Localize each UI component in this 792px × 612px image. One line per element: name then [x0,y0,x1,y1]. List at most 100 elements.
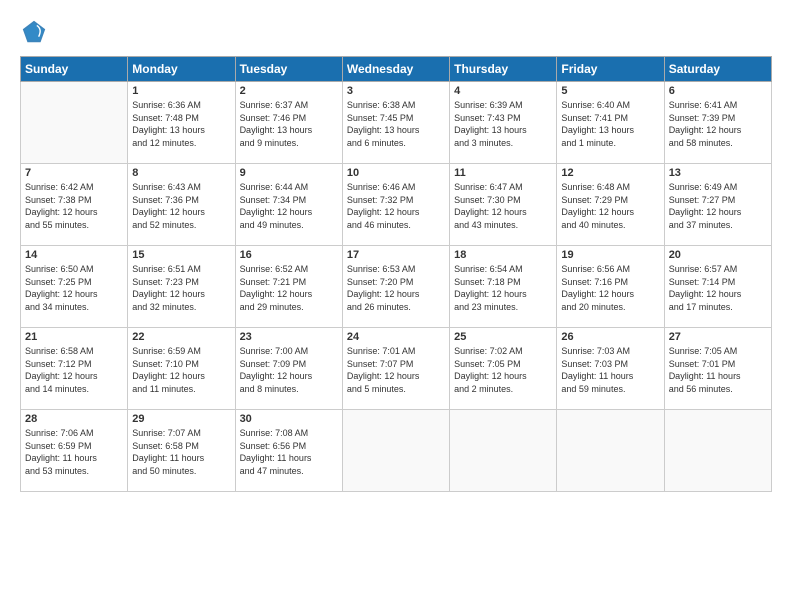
col-header-tuesday: Tuesday [235,57,342,82]
day-info: Sunrise: 6:46 AM Sunset: 7:32 PM Dayligh… [347,181,445,231]
day-number: 26 [561,331,659,343]
day-number: 27 [669,331,767,343]
day-number: 7 [25,167,123,179]
day-number: 3 [347,85,445,97]
day-info: Sunrise: 7:00 AM Sunset: 7:09 PM Dayligh… [240,345,338,395]
logo-icon [20,18,48,46]
calendar-cell: 29 Sunrise: 7:07 AM Sunset: 6:58 PM Dayli… [128,410,235,492]
day-number: 20 [669,249,767,261]
day-info: Sunrise: 6:57 AM Sunset: 7:14 PM Dayligh… [669,263,767,313]
day-info: Sunrise: 6:37 AM Sunset: 7:46 PM Dayligh… [240,99,338,149]
day-number: 19 [561,249,659,261]
day-info: Sunrise: 6:51 AM Sunset: 7:23 PM Dayligh… [132,263,230,313]
day-number: 2 [240,85,338,97]
day-info: Sunrise: 7:02 AM Sunset: 7:05 PM Dayligh… [454,345,552,395]
day-number: 23 [240,331,338,343]
calendar-cell: 21 Sunrise: 6:58 AM Sunset: 7:12 PM Dayli… [21,328,128,410]
calendar-cell: 19Sunrise: 6:56 AM Sunset: 7:16 PM Dayli… [557,246,664,328]
calendar-cell: 14 Sunrise: 6:50 AM Sunset: 7:25 PM Dayli… [21,246,128,328]
calendar-week-2: 7 Sunrise: 6:42 AM Sunset: 7:38 PM Daylig… [21,164,772,246]
calendar-header-row: SundayMondayTuesdayWednesdayThursdayFrid… [21,57,772,82]
calendar-cell [342,410,449,492]
day-number: 14 [25,249,123,261]
day-number: 12 [561,167,659,179]
calendar-cell: 2 Sunrise: 6:37 AM Sunset: 7:46 PM Daylig… [235,82,342,164]
calendar-cell: 12Sunrise: 6:48 AM Sunset: 7:29 PM Dayli… [557,164,664,246]
calendar-cell [21,82,128,164]
day-info: Sunrise: 6:36 AM Sunset: 7:48 PM Dayligh… [132,99,230,149]
day-number: 11 [454,167,552,179]
day-number: 25 [454,331,552,343]
calendar-week-5: 28 Sunrise: 7:06 AM Sunset: 6:59 PM Dayli… [21,410,772,492]
day-number: 16 [240,249,338,261]
day-info: Sunrise: 7:07 AM Sunset: 6:58 PM Dayligh… [132,427,230,477]
page: SundayMondayTuesdayWednesdayThursdayFrid… [0,0,792,612]
calendar-cell: 24 Sunrise: 7:01 AM Sunset: 7:07 PM Dayli… [342,328,449,410]
calendar-cell: 22 Sunrise: 6:59 AM Sunset: 7:10 PM Dayli… [128,328,235,410]
day-info: Sunrise: 6:58 AM Sunset: 7:12 PM Dayligh… [25,345,123,395]
day-number: 13 [669,167,767,179]
day-info: Sunrise: 6:43 AM Sunset: 7:36 PM Dayligh… [132,181,230,231]
calendar-cell: 7 Sunrise: 6:42 AM Sunset: 7:38 PM Daylig… [21,164,128,246]
col-header-monday: Monday [128,57,235,82]
day-number: 22 [132,331,230,343]
col-header-wednesday: Wednesday [342,57,449,82]
day-number: 18 [454,249,552,261]
calendar-cell: 20 Sunrise: 6:57 AM Sunset: 7:14 PM Dayli… [664,246,771,328]
calendar-cell [557,410,664,492]
col-header-thursday: Thursday [450,57,557,82]
day-number: 24 [347,331,445,343]
day-info: Sunrise: 6:39 AM Sunset: 7:43 PM Dayligh… [454,99,552,149]
calendar-cell: 10 Sunrise: 6:46 AM Sunset: 7:32 PM Dayli… [342,164,449,246]
day-number: 15 [132,249,230,261]
calendar-table: SundayMondayTuesdayWednesdayThursdayFrid… [20,56,772,492]
day-info: Sunrise: 7:01 AM Sunset: 7:07 PM Dayligh… [347,345,445,395]
day-info: Sunrise: 6:53 AM Sunset: 7:20 PM Dayligh… [347,263,445,313]
day-number: 17 [347,249,445,261]
calendar-cell: 27 Sunrise: 7:05 AM Sunset: 7:01 PM Dayli… [664,328,771,410]
day-info: Sunrise: 6:42 AM Sunset: 7:38 PM Dayligh… [25,181,123,231]
calendar-cell: 16 Sunrise: 6:52 AM Sunset: 7:21 PM Dayli… [235,246,342,328]
calendar-cell: 9 Sunrise: 6:44 AM Sunset: 7:34 PM Daylig… [235,164,342,246]
day-info: Sunrise: 6:49 AM Sunset: 7:27 PM Dayligh… [669,181,767,231]
col-header-friday: Friday [557,57,664,82]
calendar-week-1: 1 Sunrise: 6:36 AM Sunset: 7:48 PM Daylig… [21,82,772,164]
calendar-week-4: 21 Sunrise: 6:58 AM Sunset: 7:12 PM Dayli… [21,328,772,410]
day-number: 10 [347,167,445,179]
calendar-cell: 30Sunrise: 7:08 AM Sunset: 6:56 PM Dayli… [235,410,342,492]
day-number: 21 [25,331,123,343]
day-info: Sunrise: 6:38 AM Sunset: 7:45 PM Dayligh… [347,99,445,149]
calendar-cell [450,410,557,492]
day-info: Sunrise: 7:03 AM Sunset: 7:03 PM Dayligh… [561,345,659,395]
calendar-week-3: 14 Sunrise: 6:50 AM Sunset: 7:25 PM Dayli… [21,246,772,328]
day-number: 9 [240,167,338,179]
calendar-cell: 28 Sunrise: 7:06 AM Sunset: 6:59 PM Dayli… [21,410,128,492]
calendar-cell: 25 Sunrise: 7:02 AM Sunset: 7:05 PM Dayli… [450,328,557,410]
calendar-cell: 5Sunrise: 6:40 AM Sunset: 7:41 PM Daylig… [557,82,664,164]
day-info: Sunrise: 6:59 AM Sunset: 7:10 PM Dayligh… [132,345,230,395]
day-info: Sunrise: 6:47 AM Sunset: 7:30 PM Dayligh… [454,181,552,231]
day-info: Sunrise: 6:52 AM Sunset: 7:21 PM Dayligh… [240,263,338,313]
day-number: 29 [132,413,230,425]
day-number: 28 [25,413,123,425]
calendar-cell: 23 Sunrise: 7:00 AM Sunset: 7:09 PM Dayli… [235,328,342,410]
calendar-cell: 6Sunrise: 6:41 AM Sunset: 7:39 PM Daylig… [664,82,771,164]
calendar-cell [664,410,771,492]
calendar-cell: 13 Sunrise: 6:49 AM Sunset: 7:27 PM Dayli… [664,164,771,246]
col-header-saturday: Saturday [664,57,771,82]
day-info: Sunrise: 7:06 AM Sunset: 6:59 PM Dayligh… [25,427,123,477]
day-number: 4 [454,85,552,97]
calendar-cell: 15 Sunrise: 6:51 AM Sunset: 7:23 PM Dayli… [128,246,235,328]
day-info: Sunrise: 7:05 AM Sunset: 7:01 PM Dayligh… [669,345,767,395]
col-header-sunday: Sunday [21,57,128,82]
day-number: 6 [669,85,767,97]
header [20,18,772,46]
calendar-cell: 26 Sunrise: 7:03 AM Sunset: 7:03 PM Dayli… [557,328,664,410]
day-info: Sunrise: 6:50 AM Sunset: 7:25 PM Dayligh… [25,263,123,313]
day-number: 8 [132,167,230,179]
day-number: 1 [132,85,230,97]
calendar-cell: 8 Sunrise: 6:43 AM Sunset: 7:36 PM Daylig… [128,164,235,246]
day-info: Sunrise: 6:40 AM Sunset: 7:41 PM Dayligh… [561,99,659,149]
calendar-cell: 18Sunrise: 6:54 AM Sunset: 7:18 PM Dayli… [450,246,557,328]
day-info: Sunrise: 6:44 AM Sunset: 7:34 PM Dayligh… [240,181,338,231]
